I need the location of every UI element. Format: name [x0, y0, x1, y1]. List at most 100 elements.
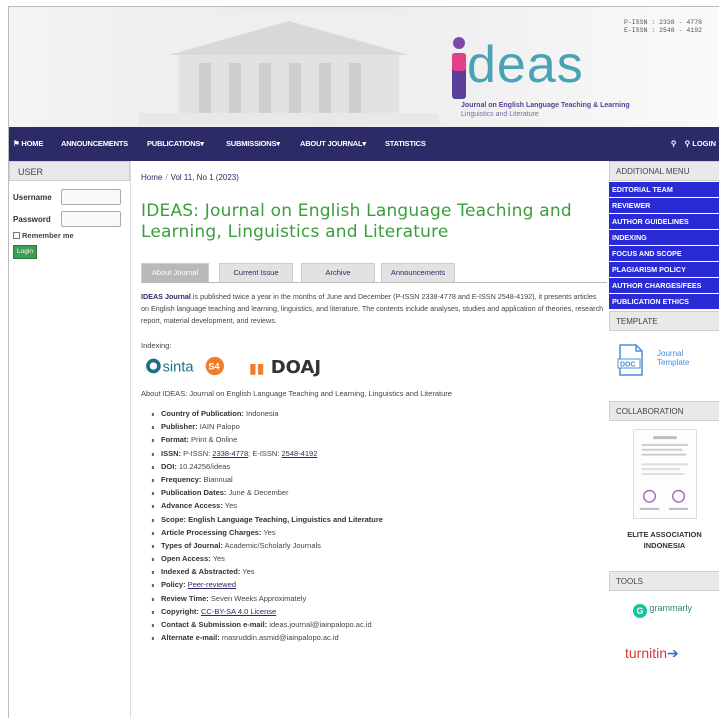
menu-reviewer[interactable]: REVIEWER: [609, 198, 719, 213]
grammarly-icon: G: [633, 604, 647, 618]
doaj-logo[interactable]: ▮▮ DOAJ: [249, 357, 321, 379]
issn-print-link[interactable]: 2338-4778: [212, 449, 248, 458]
property-value: Biannual: [201, 474, 233, 484]
property-value: Yes: [210, 554, 225, 564]
sinta-wordmark: sinta: [163, 360, 195, 376]
issn-print: P-ISSN : 2338 - 4778: [623, 19, 702, 26]
tab-about-journal[interactable]: About Journal: [141, 263, 209, 282]
nav-statistics[interactable]: STATISTICS: [385, 139, 426, 148]
list-item: ∎ Copyright: CC-BY-SA 4.0 License: [151, 607, 601, 620]
nav-home[interactable]: ⚑ HOME: [13, 139, 43, 148]
property-key: Open Access:: [161, 554, 211, 564]
property-value: Academic/Scholarly Journals: [222, 540, 321, 550]
list-item: ∎ Alternate e-mail: masruddin.asmid@iainp…: [151, 633, 601, 646]
menu-author-guidelines[interactable]: AUTHOR GUIDELINES: [609, 214, 719, 229]
bullet-icon: ∎: [151, 530, 155, 537]
property-value: ideas.journal@iainpalopo.ac.id: [267, 620, 372, 629]
elite-association-label: ELITE ASSOCIATION INDONESIA: [609, 529, 719, 551]
tools-block: G grammarly turnitin➔: [609, 591, 719, 691]
caret-down-icon: ▾: [362, 139, 366, 148]
nav-right-group: ⚲ ⚲ LOGIN: [671, 139, 716, 148]
about-journal-text: IDEAS Journal is published twice a year …: [141, 291, 605, 327]
site-header: P-ISSN : 2338 - 4778 E-ISSN : 2548 - 419…: [9, 7, 719, 127]
template-label-1: Journal: [657, 349, 684, 358]
collaboration-block: ELITE ASSOCIATION INDONESIA: [609, 421, 719, 571]
additional-menu-heading: ADDITIONAL MENU: [609, 161, 719, 181]
doaj-wordmark: DOAJ: [270, 357, 322, 378]
nav-login[interactable]: ⚲ LOGIN: [685, 139, 716, 148]
nav-submissions-label: SUBMISSIONS: [226, 139, 277, 148]
elite-line-1: ELITE ASSOCIATION: [627, 530, 702, 539]
elite-line-2: INDONESIA: [643, 541, 686, 550]
menu-editorial-team[interactable]: EDITORIAL TEAM: [609, 182, 719, 197]
property-key: Contact & Submission e-mail:: [161, 620, 268, 629]
grammarly-wordmark: grammarly: [649, 603, 693, 613]
property-key: Copyright:: [161, 606, 199, 616]
logo-wordmark: deas: [467, 36, 584, 94]
sinta-logo[interactable]: sinta S4: [141, 355, 241, 377]
list-item: ∎ Scope: English Language Teaching, Lingu…: [151, 515, 601, 528]
menu-publication-ethics[interactable]: PUBLICATION ETHICS: [609, 294, 719, 309]
ideas-logo: deas Journal on English Language Teachin…: [437, 27, 657, 127]
bullet-icon: ∎: [151, 412, 155, 418]
menu-focus-and-scope[interactable]: FOCUS AND SCOPE: [609, 246, 719, 261]
login-button[interactable]: Login: [13, 245, 37, 259]
search-icon[interactable]: ⚲: [671, 139, 677, 148]
remember-checkbox[interactable]: [13, 232, 20, 239]
list-item: ∎ Article Processing Charges: Yes: [151, 528, 601, 541]
property-key: DOI:: [161, 461, 177, 471]
tab-archive[interactable]: Archive: [301, 263, 375, 282]
property-value: 10.24256/ideas: [176, 461, 231, 471]
list-item: ∎ Country of Publication: Indonesia: [151, 409, 601, 422]
indexing-label: Indexing:: [141, 341, 172, 350]
nav-about-journal[interactable]: ABOUT JOURNAL▾: [300, 139, 366, 148]
property-value: P-ISSN:: [181, 448, 213, 458]
bullet-icon: ∎: [151, 609, 155, 616]
breadcrumb-current[interactable]: Vol 11, No 1 (2023): [171, 173, 239, 182]
turnitin-logo[interactable]: turnitin➔: [625, 645, 679, 662]
bullet-icon: ∎: [151, 517, 155, 524]
menu-author-charges[interactable]: AUTHOR CHARGES/FEES: [609, 278, 719, 293]
password-input[interactable]: [61, 211, 121, 227]
logo-tagline-1: Journal on English Language Teaching & L…: [461, 102, 630, 109]
caret-down-icon: ▾: [200, 139, 204, 148]
property-key: Publication Dates:: [161, 488, 227, 498]
bullet-icon: ∎: [151, 491, 155, 498]
page-frame: P-ISSN : 2338 - 4778 E-ISSN : 2548 - 419…: [8, 6, 719, 718]
property-value: IAIN Palopo: [197, 422, 240, 432]
about-journal-name: IDEAS Journal: [141, 292, 191, 301]
nav-publications[interactable]: PUBLICATIONS▾: [147, 139, 204, 148]
journal-template-link[interactable]: DOC Journal Template: [609, 331, 719, 401]
bullet-icon: ∎: [151, 570, 155, 577]
menu-indexing[interactable]: INDEXING: [609, 230, 719, 245]
bullet-icon: ∎: [151, 425, 155, 432]
property-value: Indonesia: [243, 409, 279, 418]
caret-down-icon: ▾: [276, 139, 280, 148]
tab-announcements[interactable]: Announcements: [381, 263, 455, 282]
nav-submissions[interactable]: SUBMISSIONS▾: [226, 139, 280, 148]
grammarly-logo[interactable]: G grammarly: [633, 603, 692, 618]
journal-properties-list: ∎ Country of Publication: Indonesia ∎ Publ…: [151, 409, 601, 646]
policy-link[interactable]: Peer-reviewed: [188, 580, 236, 589]
menu-plagiarism-policy[interactable]: PLAGIARISM POLICY: [609, 262, 719, 277]
bullet-icon: ∎: [151, 583, 155, 590]
collaboration-certificate-image[interactable]: [633, 429, 697, 519]
property-key: Advance Access:: [161, 501, 223, 511]
property-value: masruddin.asmid@iainpalopo.ac.id: [219, 633, 339, 643]
about-journal-description: is published twice a year in the months …: [141, 292, 604, 325]
nav-announcements[interactable]: ANNOUNCEMENTS: [61, 139, 128, 148]
logo-tagline: Journal on English Language Teaching & L…: [461, 101, 691, 119]
tab-current-issue[interactable]: Current Issue: [219, 263, 293, 282]
license-link[interactable]: CC-BY-SA 4.0 License: [201, 607, 276, 616]
list-item: ∎ Publisher: IAIN Palopo: [151, 422, 601, 435]
list-item: ∎ Format: Print & Online: [151, 435, 601, 448]
issn-online-link[interactable]: 2548-4192: [282, 449, 318, 458]
remember-me[interactable]: Remember me: [13, 231, 74, 240]
list-item: ∎ Contact & Submission e-mail: ideas.jour…: [151, 620, 601, 633]
breadcrumb-home[interactable]: Home: [141, 173, 162, 182]
nav-publications-label: PUBLICATIONS: [147, 139, 201, 148]
username-input[interactable]: [61, 189, 121, 205]
about-journal-heading: About IDEAS: Journal on English Language…: [141, 389, 452, 398]
list-item: ∎ Types of Journal: Academic/Scholarly Jo…: [151, 541, 601, 554]
password-label: Password: [13, 215, 51, 224]
